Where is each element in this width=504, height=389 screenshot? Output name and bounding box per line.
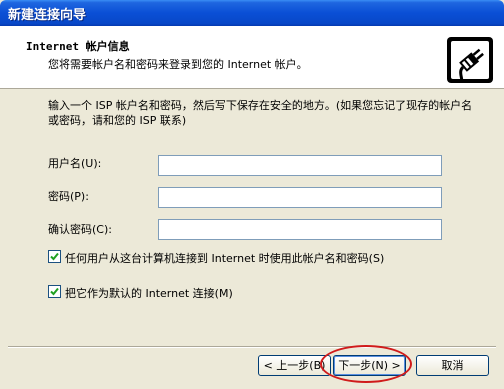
confirm-password-label: 确认密码(C): (48, 223, 112, 236)
share-account-label: 任何用户从这台计算机连接到 Internet 时使用此帐户名和密码(S) (65, 252, 385, 265)
password-label: 密码(P): (48, 190, 89, 203)
password-input[interactable] (158, 187, 442, 208)
checkmark-icon (50, 287, 59, 296)
page-title: Internet 帐户信息 (26, 40, 130, 53)
username-label: 用户名(U): (48, 157, 102, 170)
confirm-password-input[interactable] (158, 219, 442, 240)
instructions-text: 输入一个 ISP 帐户名和密码，然后写下保存在安全的地方。(如果您忘记了现存的帐… (48, 99, 473, 127)
wizard-header: Internet 帐户信息 您将需要帐户名和密码来登录到您的 Internet … (0, 26, 504, 89)
share-account-checkbox[interactable] (48, 250, 61, 263)
network-plug-icon (447, 37, 493, 83)
checkmark-icon (50, 252, 59, 261)
title-bar[interactable]: 新建连接向导 (0, 0, 504, 26)
default-connection-checkbox[interactable] (48, 285, 61, 298)
wizard-window: 新建连接向导 Internet 帐户信息 您将需要帐户名和密码来登录到您的 In… (0, 0, 504, 389)
page-subtitle: 您将需要帐户名和密码来登录到您的 Internet 帐户。 (48, 58, 308, 71)
back-button[interactable]: < 上一步(B) (258, 355, 331, 376)
cancel-button[interactable]: 取消 (416, 355, 489, 376)
footer-divider (8, 346, 496, 348)
username-input[interactable] (158, 155, 442, 176)
window-title: 新建连接向导 (8, 8, 87, 23)
default-connection-label: 把它作为默认的 Internet 连接(M) (65, 287, 233, 300)
next-button[interactable]: 下一步(N) > (333, 355, 406, 376)
